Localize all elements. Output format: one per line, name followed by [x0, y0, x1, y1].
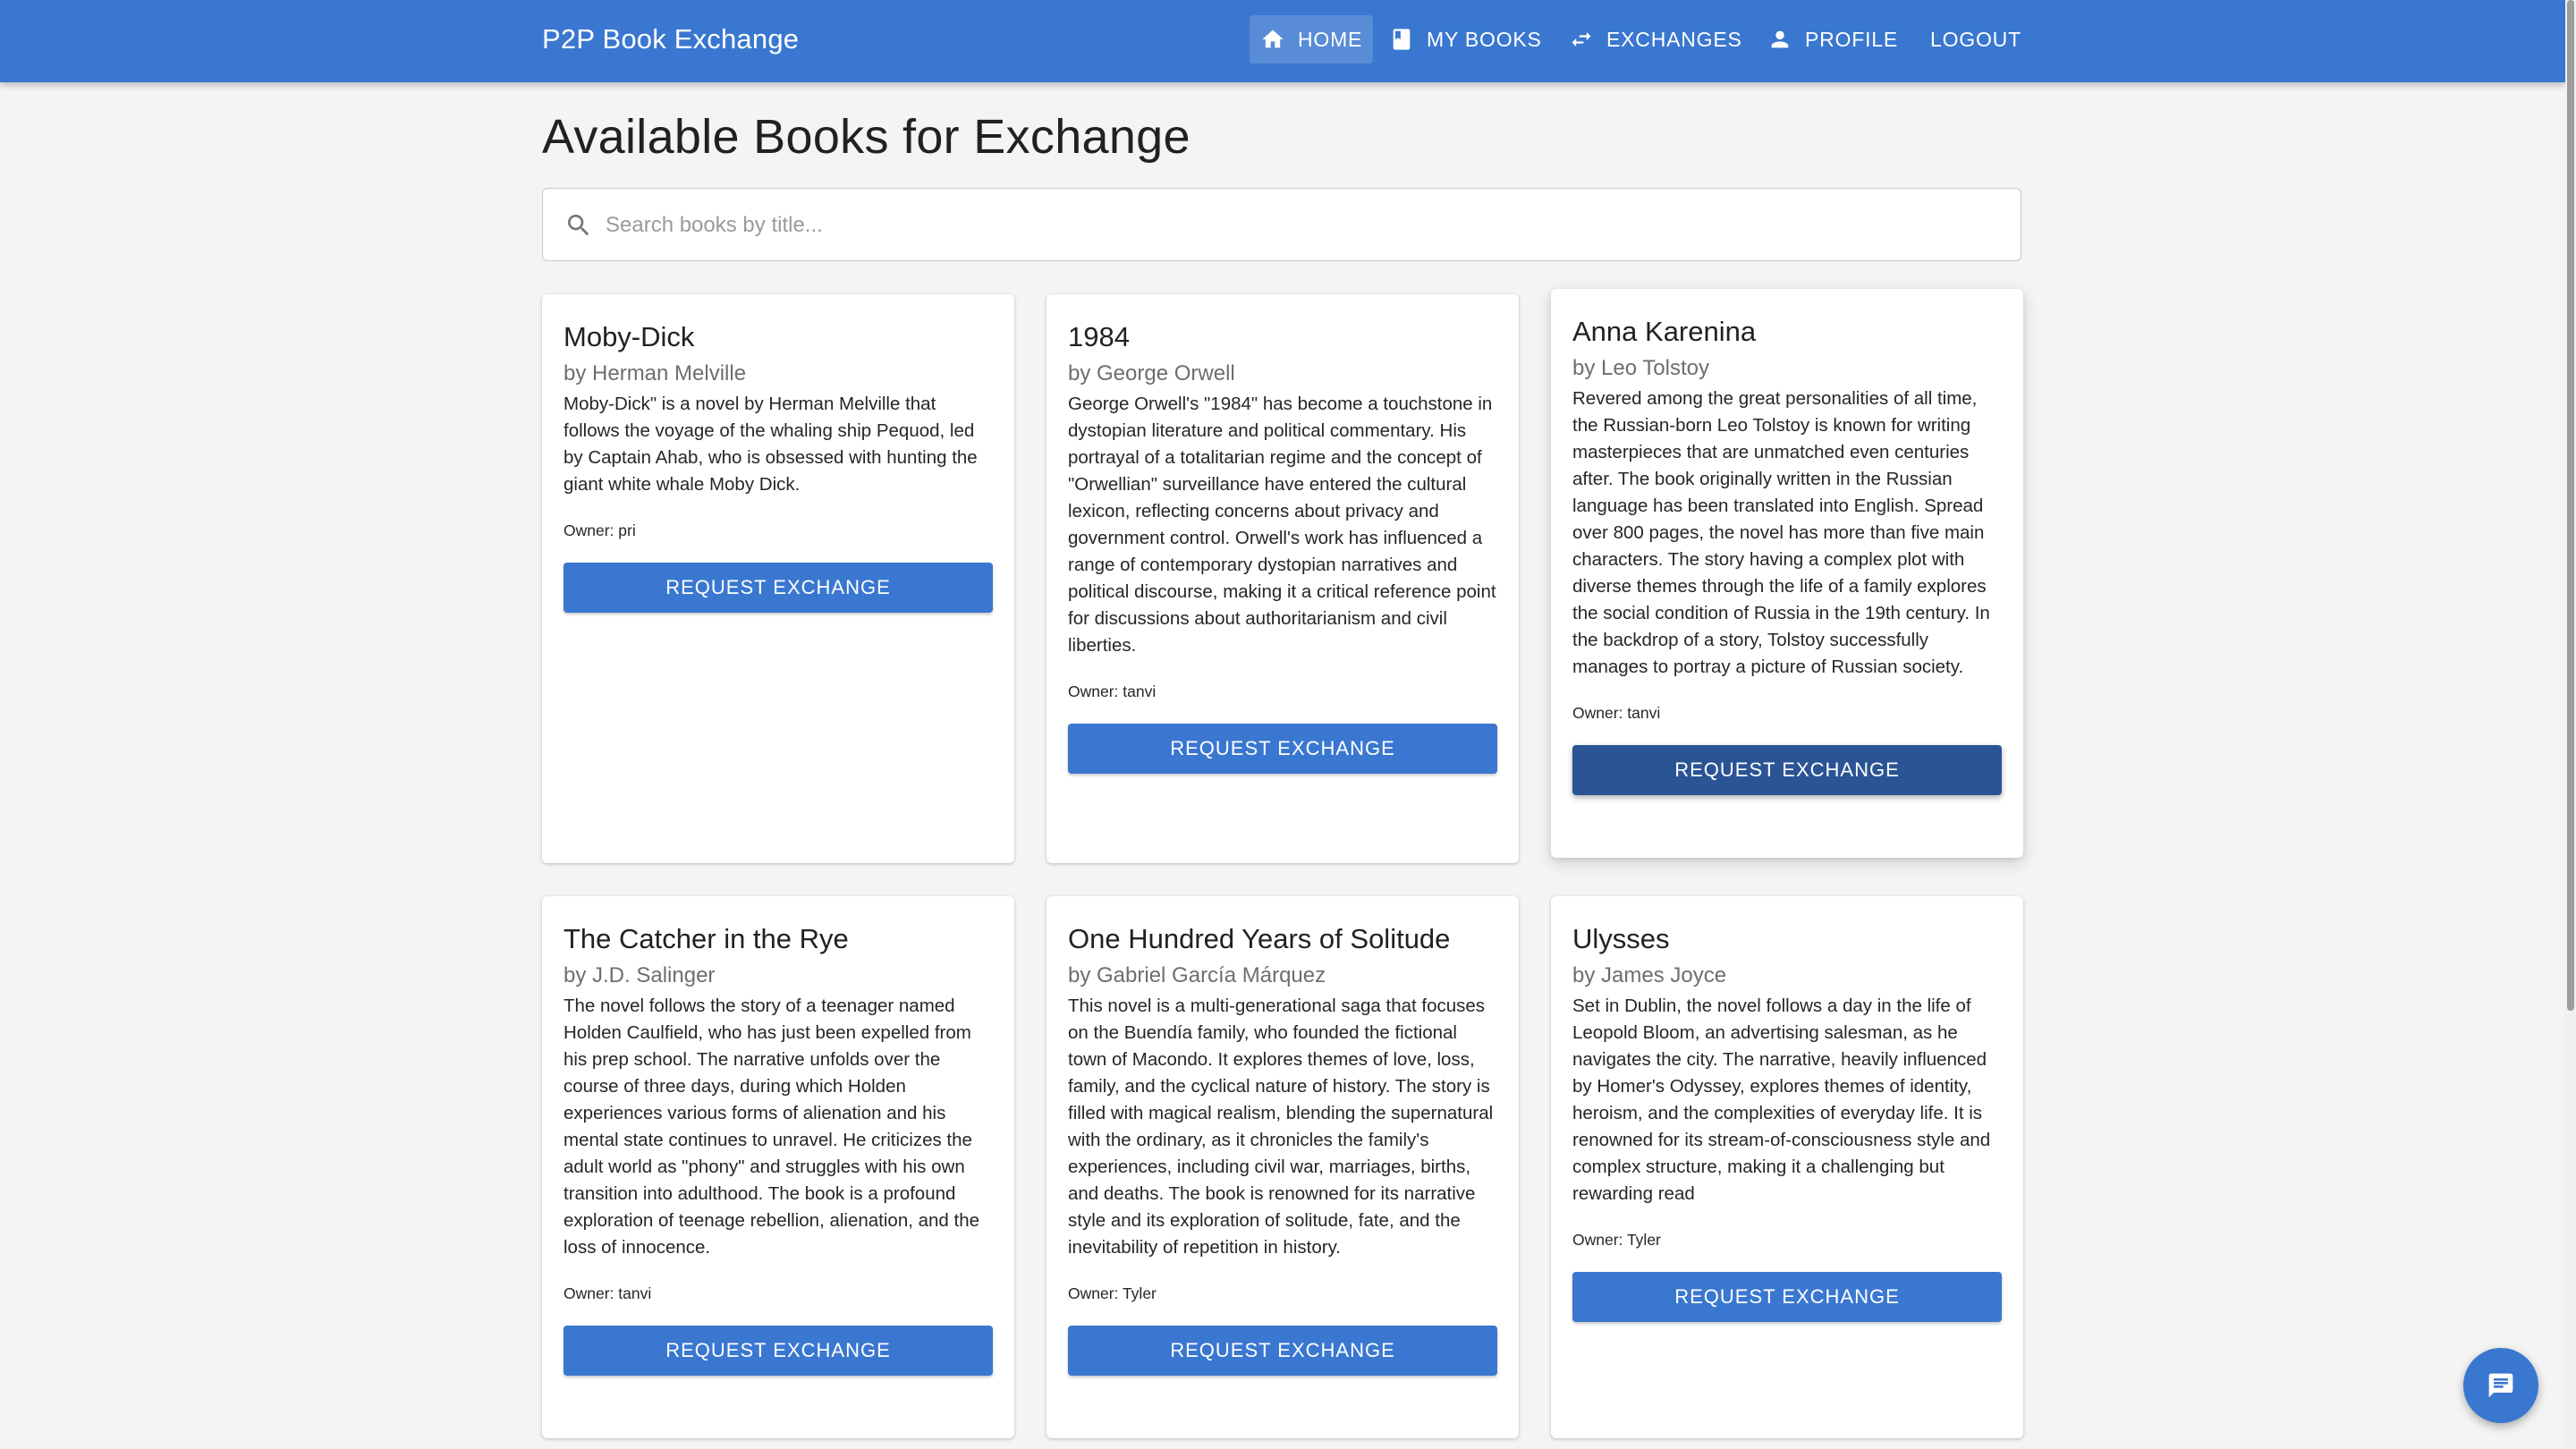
book-owner: Owner: Tyler	[1068, 1284, 1157, 1302]
book-icon	[1393, 29, 1411, 50]
chat-button[interactable]	[2463, 1348, 2538, 1423]
search-input[interactable]	[604, 189, 2003, 262]
home-icon	[1262, 30, 1284, 48]
nav-home[interactable]: HOME	[1250, 15, 1374, 64]
book-author: by George Orwell	[1068, 361, 1235, 386]
book-description: Moby-Dick" is a novel by Herman Melville…	[564, 394, 978, 495]
request-exchange-button[interactable]: REQUEST EXCHANGE	[1572, 1272, 2002, 1322]
book-card-catcher-in-the-rye: The Catcher in the Rye by J.D. Salinger …	[542, 896, 1014, 1438]
book-owner: Owner: tanvi	[1572, 704, 1661, 722]
page-scrollbar[interactable]	[2565, 0, 2576, 1449]
app-brand[interactable]: P2P Book Exchange	[542, 0, 799, 79]
book-owner: Owner: pri	[564, 521, 636, 539]
book-description: Revered among the great personalities of…	[1572, 388, 1990, 677]
person-icon	[1771, 30, 1789, 48]
nav-label-exchanges: EXCHANGES	[1606, 27, 1742, 51]
book-title: Anna Karenina	[1572, 316, 1757, 347]
search-bar[interactable]	[542, 188, 2021, 262]
nav-profile[interactable]: PROFILE	[1757, 15, 1909, 64]
nav-item-exchanges[interactable]: EXCHANGES	[1558, 15, 1753, 64]
book-description: The novel follows the story of a teenage…	[564, 996, 980, 1258]
book-author: by James Joyce	[1572, 963, 1727, 987]
nav-label-profile: PROFILE	[1805, 27, 1899, 51]
book-title: 1984	[1068, 321, 1130, 352]
book-author: by Gabriel García Márquez	[1068, 963, 1326, 987]
book-card-anna-karenina: Anna Karenina by Leo Tolstoy Revered amo…	[1551, 289, 2023, 858]
swap-icon	[1572, 31, 1591, 47]
book-author: by J.D. Salinger	[564, 963, 716, 987]
page-title: Available Books for Exchange	[542, 110, 1191, 164]
nav-item-profile[interactable]: PROFILE	[1757, 15, 1909, 64]
request-exchange-button[interactable]: REQUEST EXCHANGE	[1068, 1326, 1497, 1376]
book-owner: Owner: tanvi	[564, 1284, 652, 1302]
book-card-moby-dick: Moby-Dick by Herman Melville Moby-Dick" …	[542, 294, 1014, 863]
nav-label-my-books: MY BOOKS	[1427, 27, 1542, 51]
book-title: The Catcher in the Rye	[564, 923, 849, 954]
request-exchange-button[interactable]: REQUEST EXCHANGE	[564, 563, 993, 613]
book-title: Moby-Dick	[564, 321, 695, 352]
app-bar: P2P Book Exchange HOME MY BOOKS EXCHANGE…	[0, 0, 2565, 82]
nav-logout[interactable]: LOGOUT	[1919, 15, 2032, 64]
book-description: This novel is a multi-generational saga …	[1068, 996, 1494, 1258]
chat-icon	[2488, 1373, 2513, 1398]
book-title: Ulysses	[1572, 923, 1670, 954]
book-author: by Leo Tolstoy	[1572, 356, 1709, 380]
book-author: by Herman Melville	[564, 361, 747, 386]
nav-my-books[interactable]: MY BOOKS	[1378, 15, 1553, 64]
nav-item-my-books[interactable]: MY BOOKS	[1378, 15, 1553, 64]
request-exchange-button[interactable]: REQUEST EXCHANGE	[1572, 745, 2002, 795]
request-exchange-button[interactable]: REQUEST EXCHANGE	[564, 1326, 993, 1376]
book-owner: Owner: Tyler	[1572, 1231, 1661, 1249]
nav-item-logout[interactable]: LOGOUT	[1919, 15, 2032, 64]
nav-label-home: HOME	[1298, 27, 1363, 51]
request-exchange-button[interactable]: REQUEST EXCHANGE	[1068, 724, 1497, 774]
book-card-ulysses: Ulysses by James Joyce Set in Dublin, th…	[1551, 896, 2023, 1438]
nav-exchanges[interactable]: EXCHANGES	[1558, 15, 1753, 64]
book-description: George Orwell's "1984" has become a touc…	[1068, 394, 1496, 656]
book-card-one-hundred-years: One Hundred Years of Solitude by Gabriel…	[1046, 896, 1519, 1438]
search-icon	[568, 215, 589, 236]
book-title: One Hundred Years of Solitude	[1068, 923, 1451, 954]
nav-label-logout: LOGOUT	[1930, 27, 2021, 51]
scrollbar-thumb[interactable]	[2567, 0, 2574, 1011]
book-card-1984: 1984 by George Orwell George Orwell's "1…	[1046, 294, 1519, 863]
book-description: Set in Dublin, the novel follows a day i…	[1572, 996, 1991, 1204]
book-owner: Owner: tanvi	[1068, 682, 1157, 700]
nav-item-home[interactable]: HOME	[1250, 15, 1374, 64]
